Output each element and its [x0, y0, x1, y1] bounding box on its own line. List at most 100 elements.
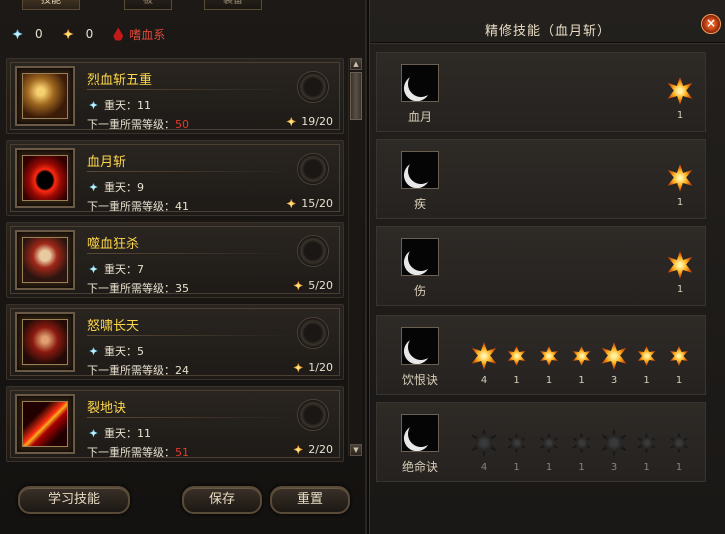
skill-icon-frame[interactable]: [15, 312, 75, 372]
skill-slot[interactable]: [297, 235, 329, 267]
orange-currency: 0: [62, 27, 93, 41]
moon-icon[interactable]: [401, 414, 439, 452]
skill-tier: 重天：11: [89, 97, 151, 113]
refine-node[interactable]: 1: [664, 342, 694, 386]
lit-star-icon: [667, 77, 693, 105]
skill-entry[interactable]: 烈血斩五重 重天：11 下一重所需等级：50 19/20: [6, 58, 344, 134]
refine-node-value: 1: [675, 375, 683, 386]
lit-star-icon: [471, 342, 497, 370]
refine-node[interactable]: 1: [567, 429, 597, 473]
dark-star-icon: [471, 429, 497, 457]
skill-entry[interactable]: 血月斩 重天：9 下一重所需等级：41 15/20: [6, 140, 344, 216]
skill-tier: 重天：7: [89, 261, 144, 277]
skill-list-scrollbar[interactable]: ▲ ▼: [348, 58, 362, 456]
requirement-label: 下一重所需等级：: [87, 200, 175, 213]
skill-requirement: 下一重所需等级：24: [87, 362, 189, 378]
skill-tier-label: 重天：7: [104, 263, 144, 276]
skill-tier: 重天：11: [89, 425, 151, 441]
blue-gem-icon: [89, 346, 98, 356]
skill-requirement: 下一重所需等级：35: [87, 280, 189, 296]
tab-passive[interactable]: 被: [124, 0, 172, 10]
blue-currency-count: 0: [35, 27, 43, 41]
moon-icon[interactable]: [401, 151, 439, 189]
blood-axe-icon: [22, 73, 68, 119]
refine-node[interactable]: 4: [469, 429, 499, 473]
blue-gem-icon: [89, 100, 98, 110]
refine-row-label: 饮恨诀: [401, 373, 438, 387]
currency-bar: 0 0 嗜血系: [12, 20, 362, 48]
skill-entry[interactable]: 噬血狂杀 重天：7 下一重所需等级：35 5/20: [6, 222, 344, 298]
skill-slot[interactable]: [297, 317, 329, 349]
skill-icon-frame[interactable]: [15, 230, 75, 290]
moon-icon[interactable]: [401, 238, 439, 276]
scroll-thumb[interactable]: [350, 72, 362, 120]
skill-slot[interactable]: [297, 153, 329, 185]
skill-name: 血月斩: [87, 155, 127, 170]
learn-skill-button[interactable]: 学习技能: [18, 486, 130, 514]
refine-node[interactable]: 1: [665, 251, 695, 295]
close-icon[interactable]: ×: [701, 14, 721, 34]
school-name: 嗜血系: [129, 27, 166, 42]
refine-node[interactable]: 3: [599, 342, 629, 386]
scroll-down-icon[interactable]: ▼: [350, 444, 362, 456]
refine-node-value: 1: [643, 462, 650, 473]
skill-cost: 2/20: [293, 443, 333, 456]
orange-gem-icon: [293, 362, 304, 373]
skill-icon-frame[interactable]: [15, 148, 75, 208]
orange-gem-icon: [286, 116, 297, 127]
roaring-demon-icon: [22, 319, 68, 365]
dark-star-icon: [572, 433, 591, 453]
refine-node[interactable]: 1: [665, 77, 695, 121]
dark-star-icon: [540, 433, 558, 453]
orange-gem-icon: [62, 28, 74, 40]
refine-node[interactable]: 1: [665, 164, 695, 208]
skill-icon-frame[interactable]: [15, 66, 75, 126]
refine-row-label: 伤: [413, 284, 426, 298]
skill-icon-frame[interactable]: [15, 394, 75, 454]
refine-node[interactable]: 1: [632, 429, 662, 473]
refine-node-value: 3: [610, 462, 618, 473]
refine-node-value: 1: [675, 462, 683, 473]
refine-node[interactable]: 1: [534, 429, 564, 473]
save-button[interactable]: 保存: [182, 486, 262, 514]
skill-cost-value: 19/20: [301, 115, 333, 128]
skill-slot[interactable]: [297, 71, 329, 103]
refine-row-label: 血月: [407, 110, 432, 124]
reset-button[interactable]: 重置: [270, 486, 350, 514]
refine-title: 精修技能（血月斩）: [484, 24, 611, 39]
skill-tier-label: 重天：11: [104, 427, 151, 440]
refine-node[interactable]: 4: [469, 342, 499, 386]
skill-tier-label: 重天：5: [104, 345, 144, 358]
requirement-label: 下一重所需等级：: [87, 364, 175, 377]
refine-node[interactable]: 3: [599, 429, 629, 473]
refine-node[interactable]: 1: [502, 342, 532, 386]
skill-cost-value: 2/20: [308, 443, 333, 456]
tab-equipment[interactable]: 装备: [204, 0, 262, 10]
skill-name: 噬血狂杀: [87, 237, 140, 252]
refine-nodes: 1: [469, 69, 699, 129]
skill-slot[interactable]: [297, 399, 329, 431]
requirement-level: 50: [175, 118, 189, 131]
dark-star-icon: [601, 429, 627, 457]
skill-entry[interactable]: 怒啸长天 重天：5 下一重所需等级：24 1/20: [6, 304, 344, 380]
skill-cost-value: 1/20: [308, 361, 333, 374]
refine-panel: 精修技能（血月斩） × 血月 1 疾 1 伤 1 饮恨诀 4 1 1 1 3 1 1 绝命诀 4 1 1 1 3 1 1: [369, 0, 725, 534]
refine-node[interactable]: 1: [567, 342, 597, 386]
scroll-up-icon[interactable]: ▲: [350, 58, 362, 70]
skill-entry[interactable]: 裂地诀 重天：11 下一重所需等级：51 2/20: [6, 386, 344, 462]
skill-requirement: 下一重所需等级：51: [87, 444, 189, 460]
refine-node-value: 1: [513, 375, 520, 386]
refine-node[interactable]: 1: [534, 342, 564, 386]
tab-skills[interactable]: 技能: [22, 0, 80, 10]
skill-name: 裂地诀: [87, 401, 127, 416]
skill-requirement: 下一重所需等级：41: [87, 198, 189, 214]
lit-star-icon: [540, 346, 558, 366]
refine-node[interactable]: 1: [502, 429, 532, 473]
moon-icon[interactable]: [401, 64, 439, 102]
refine-node-value: 4: [480, 462, 488, 473]
refine-node[interactable]: 1: [632, 342, 662, 386]
moon-icon[interactable]: [401, 327, 439, 365]
refine-node[interactable]: 1: [664, 429, 694, 473]
skill-cost: 5/20: [293, 279, 333, 292]
requirement-level: 35: [175, 282, 189, 295]
